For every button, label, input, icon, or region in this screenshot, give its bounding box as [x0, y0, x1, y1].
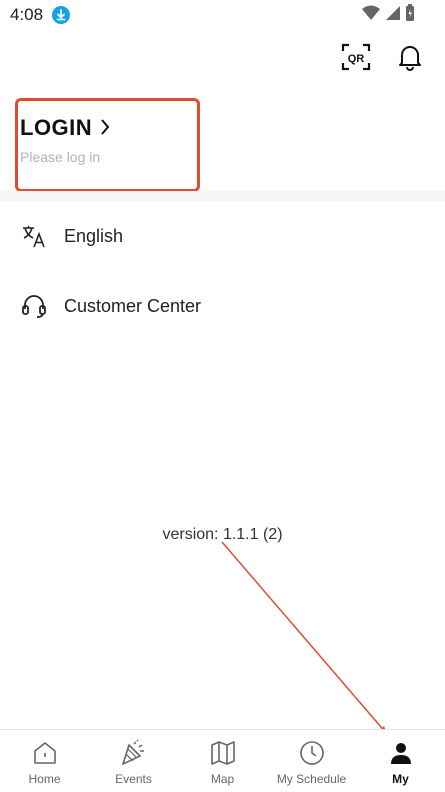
person-icon [387, 739, 415, 767]
map-icon [209, 739, 237, 767]
party-popper-icon [120, 739, 148, 767]
annotation-highlight-box [15, 98, 200, 192]
svg-text:QR: QR [348, 53, 365, 65]
home-icon [31, 739, 59, 767]
bell-icon [399, 46, 421, 71]
tab-label: Events [115, 772, 152, 786]
download-icon [52, 6, 70, 24]
section-divider [0, 191, 445, 201]
headset-icon [21, 293, 47, 319]
tab-my[interactable]: My [356, 730, 445, 792]
qr-scan-button[interactable]: QR [341, 42, 371, 72]
tab-map[interactable]: Map [178, 730, 267, 792]
tab-events[interactable]: Events [89, 730, 178, 792]
status-bar: 4:08 [0, 0, 445, 30]
tab-my-schedule[interactable]: My Schedule [267, 730, 356, 792]
menu-item-customer-center[interactable]: Customer Center [0, 286, 445, 326]
tab-label: My [392, 772, 409, 786]
tab-label: Map [210, 772, 235, 786]
battery-icon [405, 3, 415, 27]
qr-icon: QR [341, 43, 371, 71]
translate-icon [21, 223, 47, 249]
wifi-icon [361, 5, 381, 26]
header-actions: QR [341, 42, 425, 72]
status-time: 4:08 [10, 5, 44, 24]
menu-label: English [64, 225, 124, 246]
menu-item-language[interactable]: English [0, 216, 445, 256]
status-icons [361, 3, 415, 27]
clock-icon [298, 739, 326, 767]
version-text: version: 1.1.1 (2) [162, 526, 283, 543]
tab-label: Home [28, 772, 61, 786]
notification-button[interactable] [395, 42, 425, 72]
signal-icon [385, 5, 401, 26]
menu-label: Customer Center [64, 295, 202, 316]
tab-home[interactable]: Home [0, 730, 89, 792]
bottom-tab-bar: Home Events Map My Schedule My [0, 729, 445, 792]
tab-label: My Schedule [276, 772, 347, 786]
